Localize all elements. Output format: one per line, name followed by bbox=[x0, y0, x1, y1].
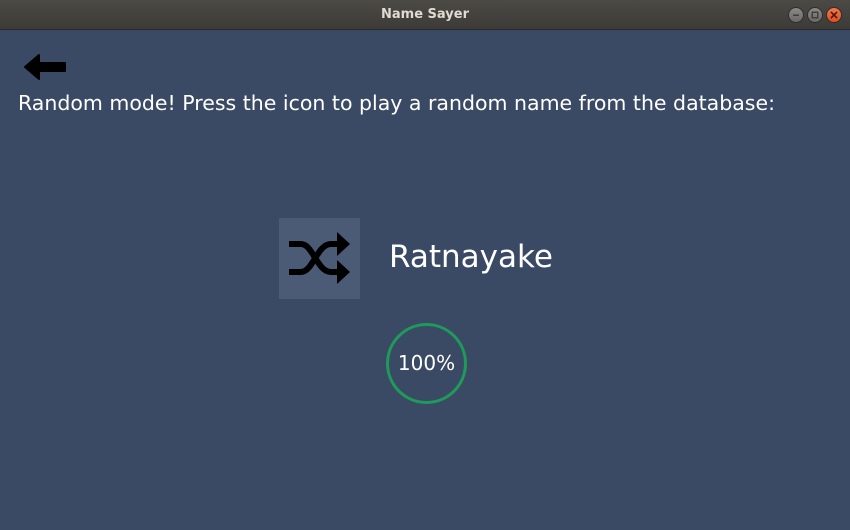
close-icon bbox=[830, 11, 838, 19]
maximize-icon bbox=[811, 11, 819, 19]
shuffle-icon bbox=[289, 232, 350, 284]
back-button[interactable] bbox=[22, 52, 70, 84]
progress-percent: 100% bbox=[397, 351, 456, 375]
title-bar[interactable]: Name Sayer bbox=[0, 0, 850, 30]
window-title: Name Sayer bbox=[381, 7, 469, 22]
close-button[interactable] bbox=[826, 7, 842, 23]
maximize-button[interactable] bbox=[807, 7, 823, 23]
minimize-icon bbox=[793, 14, 799, 16]
current-name: Ratnayake bbox=[389, 239, 553, 275]
arrow-left-icon bbox=[24, 54, 66, 80]
progress-indicator: 100% bbox=[386, 323, 467, 404]
shuffle-button[interactable] bbox=[279, 218, 360, 299]
minimize-button[interactable] bbox=[788, 7, 804, 23]
app-window: Name Sayer Random mode! Press the icon t… bbox=[0, 0, 850, 530]
instruction-text: Random mode! Press the icon to play a ra… bbox=[18, 91, 776, 115]
